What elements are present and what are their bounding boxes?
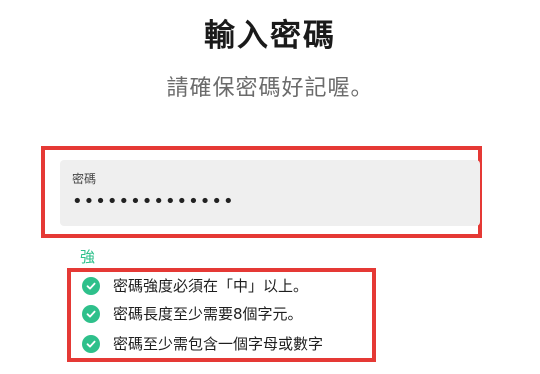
requirement-text: 密碼至少需包含一個字母或數字 [113,335,324,353]
password-field-label: 密碼 [72,172,97,186]
page-subtitle: 請確保密碼好記喔。 [166,76,374,101]
check-circle-icon [82,276,100,295]
requirement-text: 密碼長度至少需要8個字元。 [113,305,303,323]
strength-indicator: 強 [80,248,96,266]
check-circle-icon [82,304,100,323]
requirement-text: 密碼強度必須在「中」以上。 [113,277,309,295]
requirement-item: 密碼至少需包含一個字母或數字 [82,333,323,354]
page-title: 輸入密碼 [204,18,336,54]
requirement-item: 密碼強度必須在「中」以上。 [82,275,308,296]
check-circle-icon [82,334,100,353]
password-input[interactable] [72,191,452,212]
requirement-item: 密碼長度至少需要8個字元。 [82,303,303,324]
